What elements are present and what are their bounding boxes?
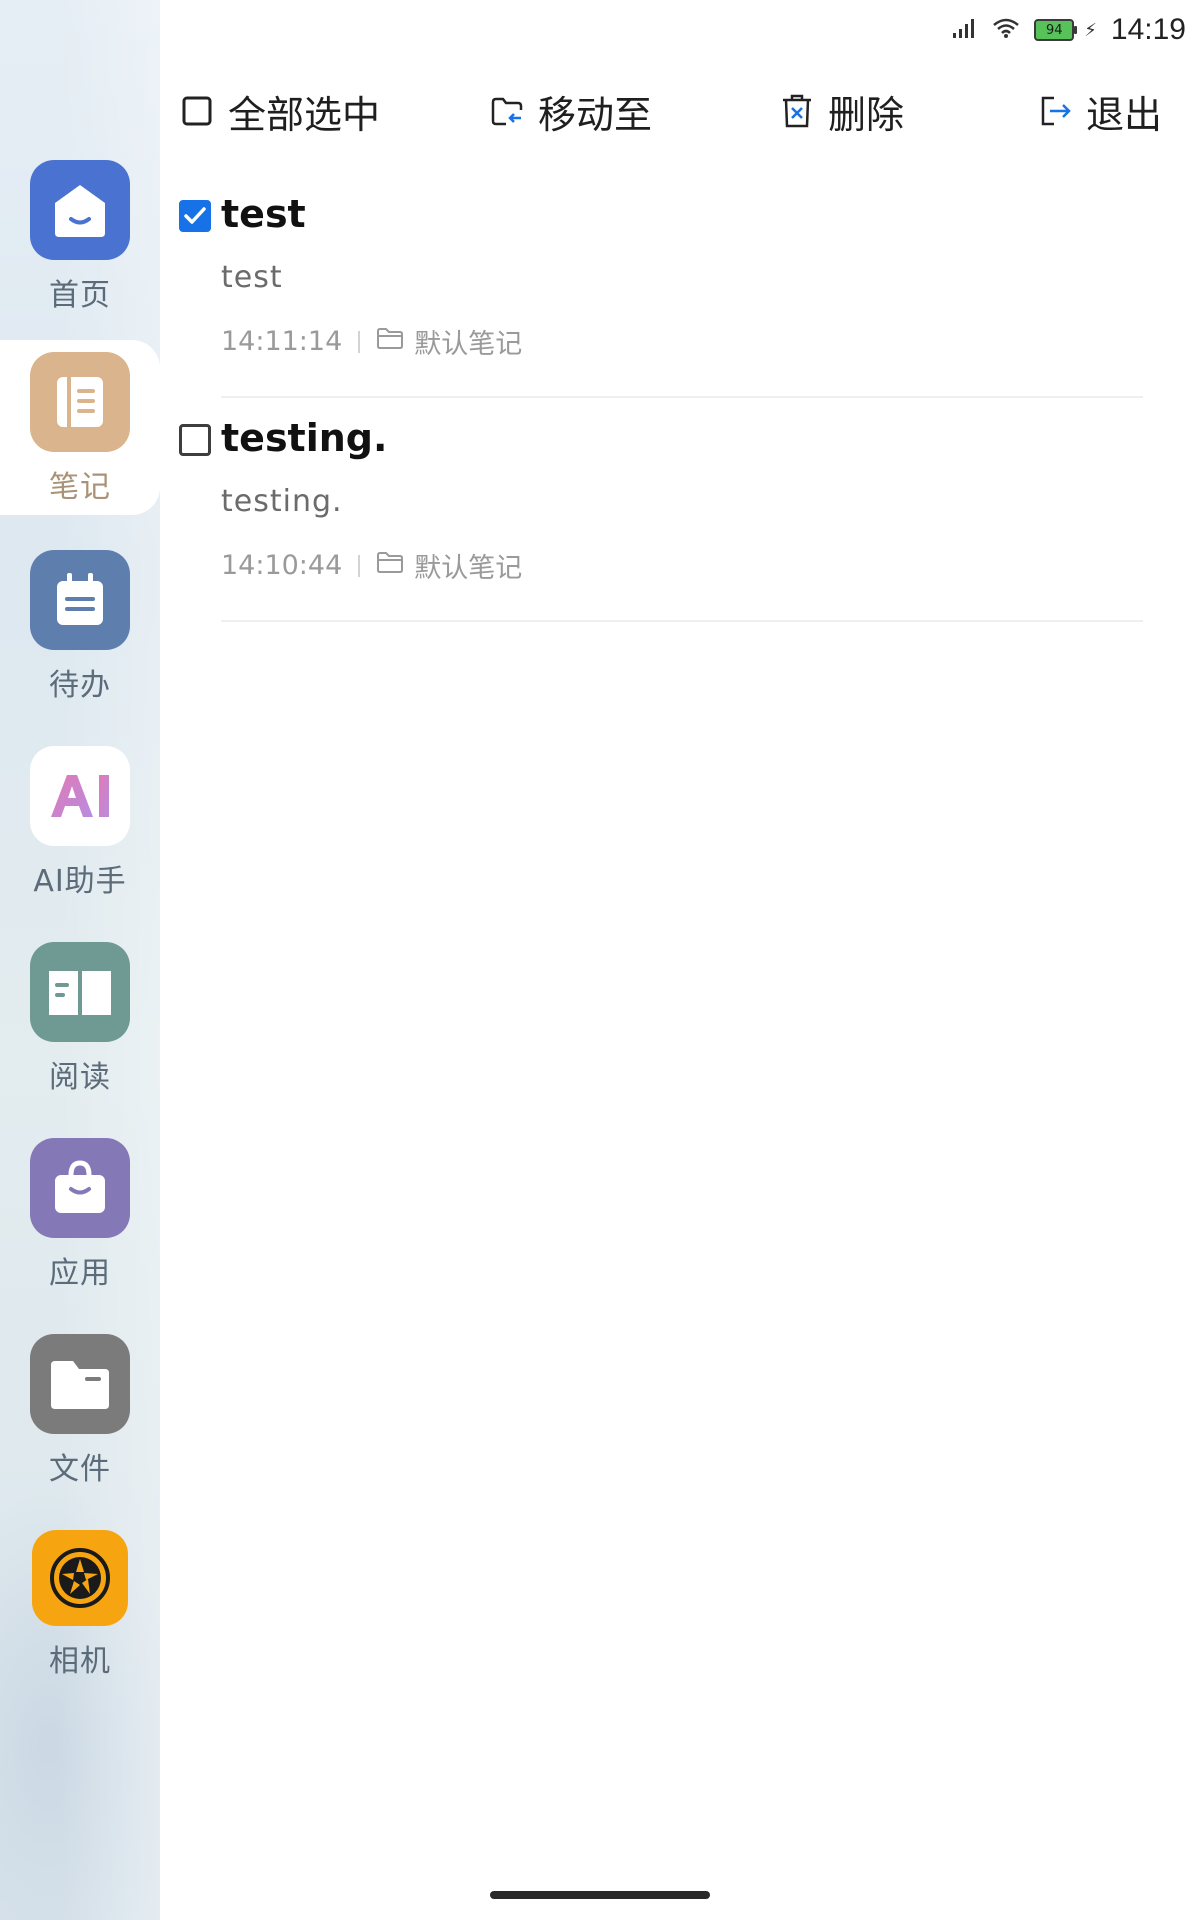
wifi-icon: [992, 17, 1020, 43]
selection-toolbar: 全部选中 移动至 删除 退出: [175, 80, 1185, 142]
note-meta: 14:10:44 默认笔记: [221, 546, 522, 585]
meta-separator: [358, 330, 361, 353]
book-icon: [30, 942, 130, 1042]
home-icon: [30, 160, 130, 260]
note-time: 14:10:44: [221, 550, 343, 581]
shopping-bag-icon: [30, 1138, 130, 1238]
note-preview: test: [221, 260, 283, 295]
note-checkbox[interactable]: [179, 200, 211, 232]
exit-button[interactable]: 退出: [1038, 80, 1162, 142]
move-folder-icon: [490, 94, 524, 128]
sidebar-item-label: 首页: [49, 278, 111, 313]
notebook-icon: [30, 352, 130, 452]
divider: [221, 396, 1143, 398]
note-preview: testing.: [221, 484, 343, 519]
note-time: 14:11:14: [221, 326, 343, 357]
status-bar: 94 ⚡ 14:19: [952, 10, 1186, 50]
folder-icon: [30, 1334, 130, 1434]
sidebar-item-reading[interactable]: 阅读: [0, 922, 160, 1118]
charging-icon: ⚡: [1084, 19, 1097, 41]
battery-icon: 94: [1034, 19, 1078, 41]
camera-aperture-icon: [32, 1530, 128, 1626]
sidebar-item-label: 应用: [49, 1256, 111, 1291]
sidebar-item-apps[interactable]: 应用: [0, 1118, 160, 1314]
folder-outline-icon: [376, 550, 404, 581]
sidebar-item-label: 笔记: [49, 470, 111, 505]
sidebar-item-label: 待办: [49, 668, 111, 703]
sidebar-item-home[interactable]: 首页: [0, 140, 160, 336]
sidebar-item-label: 相机: [49, 1644, 111, 1679]
sidebar-item-camera[interactable]: 相机: [0, 1510, 160, 1706]
move-to-label: 移动至: [538, 92, 653, 137]
note-checkbox[interactable]: [179, 424, 211, 456]
signal-icon: [952, 17, 978, 43]
note-folder: 默认笔记: [414, 329, 523, 360]
move-to-button[interactable]: 移动至: [490, 80, 652, 142]
delete-button[interactable]: 删除: [780, 80, 904, 142]
trash-icon: [780, 94, 814, 128]
meta-separator: [358, 554, 361, 577]
note-title: test: [221, 192, 306, 236]
sidebar-item-notes[interactable]: 笔记: [0, 340, 160, 515]
note-list-item[interactable]: test test 14:11:14 默认笔记: [175, 192, 1185, 412]
note-list-item[interactable]: testing. testing. 14:10:44 默认笔记: [175, 416, 1185, 636]
home-indicator-bar[interactable]: [490, 1891, 710, 1899]
sidebar-item-label: 阅读: [49, 1060, 111, 1095]
checkmark-icon: [184, 207, 206, 224]
status-time: 14:19: [1110, 13, 1186, 46]
ai-icon: [30, 746, 130, 846]
exit-icon: [1038, 94, 1072, 128]
note-folder: 默认笔记: [414, 553, 523, 584]
sidebar-item-todo[interactable]: 待办: [0, 530, 160, 726]
battery-indicator: 94 ⚡: [1034, 19, 1097, 41]
sidebar-item-ai-assistant[interactable]: AI助手: [0, 726, 160, 922]
calendar-icon: [30, 550, 130, 650]
sidebar-item-label: AI助手: [33, 864, 127, 899]
folder-outline-icon: [376, 326, 404, 357]
exit-label: 退出: [1086, 92, 1163, 137]
select-all-button[interactable]: 全部选中: [180, 80, 380, 142]
select-all-label: 全部选中: [228, 92, 381, 137]
sidebar: 首页 笔记 待办 AI助手 阅读 应用 文件 相机: [0, 0, 160, 1920]
delete-label: 删除: [828, 92, 905, 137]
divider: [221, 620, 1143, 622]
note-meta: 14:11:14 默认笔记: [221, 322, 522, 361]
sidebar-item-files[interactable]: 文件: [0, 1314, 160, 1510]
note-title: testing.: [221, 416, 388, 460]
sidebar-item-label: 文件: [49, 1452, 111, 1487]
checkbox-outline-icon: [180, 94, 214, 128]
